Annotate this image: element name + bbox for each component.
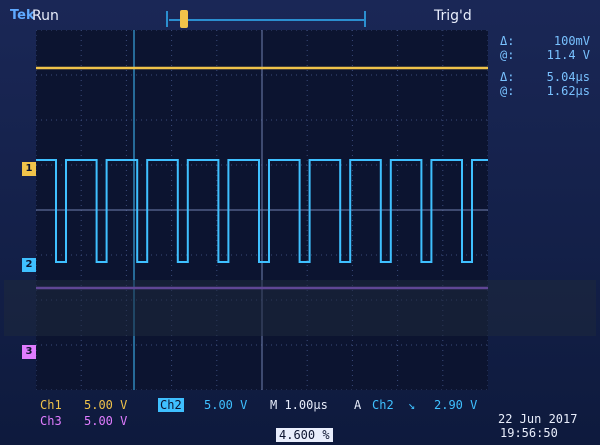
delta-label: Δ:	[500, 70, 515, 84]
trigger-slope-icon: ↘	[408, 398, 416, 412]
time-delta: 5.04μs	[546, 70, 590, 84]
duty-readout: 4.600 %	[276, 428, 333, 442]
trigger-position-marker[interactable]	[180, 10, 188, 28]
trigger-level: 2.90 V	[434, 398, 478, 412]
record-view-bar	[169, 19, 365, 21]
ch1-scale: 5.00 V	[84, 398, 128, 412]
timebase[interactable]: M 1.00μs	[270, 398, 328, 412]
graticule	[36, 30, 488, 390]
ch3-ground-marker[interactable]: 3	[22, 345, 36, 359]
ch2-scale: 5.00 V	[204, 398, 248, 412]
ch3-label[interactable]: Ch3	[40, 414, 62, 428]
date: 22 Jun 2017	[498, 412, 578, 426]
time: 19:56:50	[500, 426, 558, 440]
ch1-ground-marker[interactable]: 1	[22, 162, 36, 176]
at-label: @:	[500, 48, 515, 62]
record-bracket-right	[364, 11, 366, 27]
ch2-ground-marker[interactable]: 2	[22, 258, 36, 272]
voltage-at: 11.4 V	[546, 48, 590, 62]
time-at: 1.62μs	[546, 84, 590, 98]
record-bracket-left	[166, 11, 168, 27]
run-state: Run	[32, 8, 59, 24]
trigger-source[interactable]: Ch2	[372, 398, 394, 412]
ch1-label[interactable]: Ch1	[40, 398, 62, 412]
brand-logo: Tek	[10, 8, 35, 23]
trigger-state: Trig'd	[434, 8, 472, 24]
trigger-mode: A	[354, 398, 362, 412]
cursor-readout-panel: Δ: 100mV @: 11.4 V Δ: 5.04μs @: 1.62μs	[494, 28, 596, 398]
bottom-status-bar: Ch1 5.00 V Ch2 5.00 V M 1.00μs A Ch2 ↘ 2…	[36, 394, 596, 444]
overlay-band	[4, 280, 596, 336]
ch2-label[interactable]: Ch2	[158, 398, 184, 412]
ch3-scale: 5.00 V	[84, 414, 128, 428]
voltage-delta: 100mV	[553, 34, 590, 48]
delta-label: Δ:	[500, 34, 515, 48]
waveform-display	[36, 30, 488, 390]
top-status-bar: Tek Run Trig'd	[4, 6, 494, 28]
at-label: @:	[500, 84, 515, 98]
